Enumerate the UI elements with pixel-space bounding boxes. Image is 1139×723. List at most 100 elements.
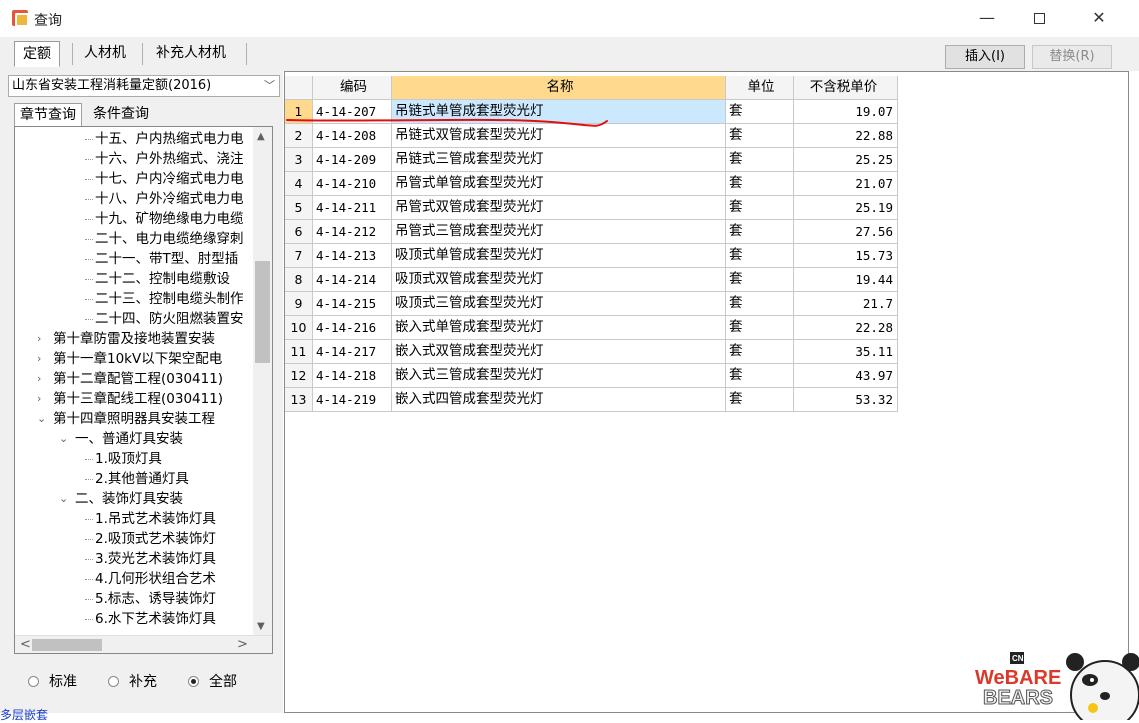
status-text: 多层嵌套 bbox=[0, 708, 49, 722]
cell-name: 吸顶式双管成套型荧光灯 bbox=[392, 268, 726, 292]
cell-name: 吊管式三管成套型荧光灯 bbox=[392, 220, 726, 244]
maximize-icon bbox=[1033, 13, 1045, 24]
query-window: 查询 — ✕ 定额 人材机 补充人材机 插入(I) 替换(R) 山东省安装工程消… bbox=[0, 0, 1139, 722]
header-name[interactable]: 名称 bbox=[392, 76, 726, 100]
cell-price: 35.11 bbox=[794, 340, 898, 364]
close-button[interactable]: ✕ bbox=[1076, 6, 1122, 32]
radio-icon bbox=[28, 676, 39, 687]
tree-item-label: 十八、户外冷缩式电力电 bbox=[95, 191, 244, 207]
row-index: 8 bbox=[285, 268, 313, 292]
scroll-thumb[interactable] bbox=[255, 261, 270, 363]
tree-item-label: 2.吸顶式艺术装饰灯 bbox=[95, 531, 216, 547]
tree-connector bbox=[85, 579, 93, 580]
cell-code: 4-14-217 bbox=[313, 340, 392, 364]
cell-unit: 套 bbox=[726, 340, 794, 364]
tree-item-label: 5.标志、诱导装饰灯 bbox=[95, 591, 216, 607]
tab-separator bbox=[72, 43, 73, 65]
maximize-button[interactable] bbox=[1016, 6, 1062, 32]
we-bare-bears-logo: CN WeBARE BEARS bbox=[975, 652, 1139, 720]
window-title: 查询 bbox=[34, 13, 62, 29]
row-index: 5 bbox=[285, 196, 313, 220]
cell-code: 4-14-219 bbox=[313, 388, 392, 412]
cell-code: 4-14-216 bbox=[313, 316, 392, 340]
tab-labor-material-machine[interactable]: 人材机 bbox=[76, 41, 134, 67]
insert-button[interactable]: 插入(I) bbox=[945, 45, 1025, 69]
cell-unit: 套 bbox=[726, 172, 794, 196]
row-index: 10 bbox=[285, 316, 313, 340]
header-unit[interactable]: 单位 bbox=[726, 76, 794, 100]
filter-standard[interactable]: 标准 bbox=[28, 671, 77, 693]
chevron-down-icon[interactable]: ⌄ bbox=[59, 429, 68, 449]
minimize-button[interactable]: — bbox=[964, 6, 1010, 32]
cell-unit: 套 bbox=[726, 196, 794, 220]
filter-supplement[interactable]: 补充 bbox=[108, 671, 157, 693]
cell-unit: 套 bbox=[726, 316, 794, 340]
radio-icon bbox=[108, 676, 119, 687]
tree-vertical-scrollbar[interactable]: ▲ ▼ bbox=[253, 127, 272, 635]
cell-unit: 套 bbox=[726, 388, 794, 412]
tree-connector bbox=[85, 459, 93, 460]
cell-code: 4-14-215 bbox=[313, 292, 392, 316]
tree-connector bbox=[85, 479, 93, 480]
tree-item-label: 第十一章10kV以下架空配电 bbox=[53, 351, 223, 367]
tree-item-label: 十五、户内热缩式电力电 bbox=[95, 131, 244, 147]
scroll-thumb[interactable] bbox=[32, 639, 102, 651]
row-index: 6 bbox=[285, 220, 313, 244]
tab-supplement-labor-material-machine[interactable]: 补充人材机 bbox=[148, 41, 234, 67]
tree-horizontal-scrollbar[interactable]: < > bbox=[15, 635, 272, 653]
tree-connector bbox=[85, 259, 93, 260]
chevron-down-icon[interactable]: ⌄ bbox=[37, 409, 46, 429]
tab-condition-query[interactable]: 条件查询 bbox=[88, 103, 154, 127]
scroll-left-icon[interactable]: < bbox=[20, 637, 31, 652]
cell-price: 25.25 bbox=[794, 148, 898, 172]
chevron-right-icon[interactable]: › bbox=[37, 349, 41, 369]
chevron-right-icon[interactable]: › bbox=[37, 389, 41, 409]
header-code[interactable]: 编码 bbox=[313, 76, 392, 100]
cell-name: 吊链式三管成套型荧光灯 bbox=[392, 148, 726, 172]
filter-all[interactable]: 全部 bbox=[188, 671, 237, 693]
header-index bbox=[285, 76, 313, 100]
quota-library-select[interactable]: 山东省安装工程消耗量定额(2016) ﹀ bbox=[8, 75, 280, 97]
cell-price: 19.44 bbox=[794, 268, 898, 292]
title-bar: 查询 — ✕ bbox=[0, 0, 1139, 37]
cell-code: 4-14-213 bbox=[313, 244, 392, 268]
scroll-down-icon[interactable]: ▼ bbox=[257, 621, 265, 632]
cell-name: 嵌入式四管成套型荧光灯 bbox=[392, 388, 726, 412]
cell-price: 53.32 bbox=[794, 388, 898, 412]
cell-unit: 套 bbox=[726, 220, 794, 244]
scroll-up-icon[interactable]: ▲ bbox=[257, 131, 265, 142]
tree-item-label: 6.水下艺术装饰灯具 bbox=[95, 611, 216, 627]
row-index: 12 bbox=[285, 364, 313, 388]
tree-item-label: 二十二、控制电缆敷设 bbox=[95, 271, 230, 287]
tree-connector bbox=[85, 139, 93, 140]
tree-item-label: 二十一、带T型、肘型插 bbox=[95, 251, 239, 267]
cell-name: 嵌入式双管成套型荧光灯 bbox=[392, 340, 726, 364]
cell-unit: 套 bbox=[726, 148, 794, 172]
tab-quota[interactable]: 定额 bbox=[14, 41, 60, 67]
chevron-right-icon[interactable]: › bbox=[37, 369, 41, 389]
scroll-right-icon[interactable]: > bbox=[237, 637, 248, 652]
tree-connector bbox=[85, 279, 93, 280]
row-index: 1 bbox=[285, 100, 313, 124]
cell-code: 4-14-214 bbox=[313, 268, 392, 292]
tree-item-label: 第十四章照明器具安装工程 bbox=[53, 411, 215, 427]
tab-chapter-query[interactable]: 章节查询 bbox=[14, 103, 82, 127]
cell-name: 吊链式单管成套型荧光灯 bbox=[392, 100, 726, 124]
tree-item-label: 2.其他普通灯具 bbox=[95, 471, 189, 487]
replace-button[interactable]: 替换(R) bbox=[1032, 45, 1112, 69]
row-index: 11 bbox=[285, 340, 313, 364]
header-price[interactable]: 不含税单价 bbox=[794, 76, 898, 100]
tree-item-label: 十七、户内冷缩式电力电 bbox=[95, 171, 244, 187]
chevron-right-icon[interactable]: › bbox=[37, 329, 41, 349]
row-index: 9 bbox=[285, 292, 313, 316]
quota-library-value: 山东省安装工程消耗量定额(2016) bbox=[12, 78, 212, 93]
cell-price: 43.97 bbox=[794, 364, 898, 388]
tree-item-label: 第十章防雷及接地装置安装 bbox=[53, 331, 215, 347]
cell-name: 嵌入式单管成套型荧光灯 bbox=[392, 316, 726, 340]
tab-separator bbox=[246, 43, 247, 65]
chapter-tree[interactable]: 十五、户内热缩式电力电 十六、户外热缩式、浇注 十七、户内冷缩式电力电 十八、户外冷缩… bbox=[14, 126, 273, 654]
tree-connector bbox=[85, 239, 93, 240]
row-index: 13 bbox=[285, 388, 313, 412]
chevron-down-icon[interactable]: ⌄ bbox=[59, 489, 68, 509]
quota-table-panel: 编码 名称 单位 不含税单价 1 4-14-207 吊链式单管成套型荧光灯套 19.0… bbox=[284, 71, 1129, 713]
